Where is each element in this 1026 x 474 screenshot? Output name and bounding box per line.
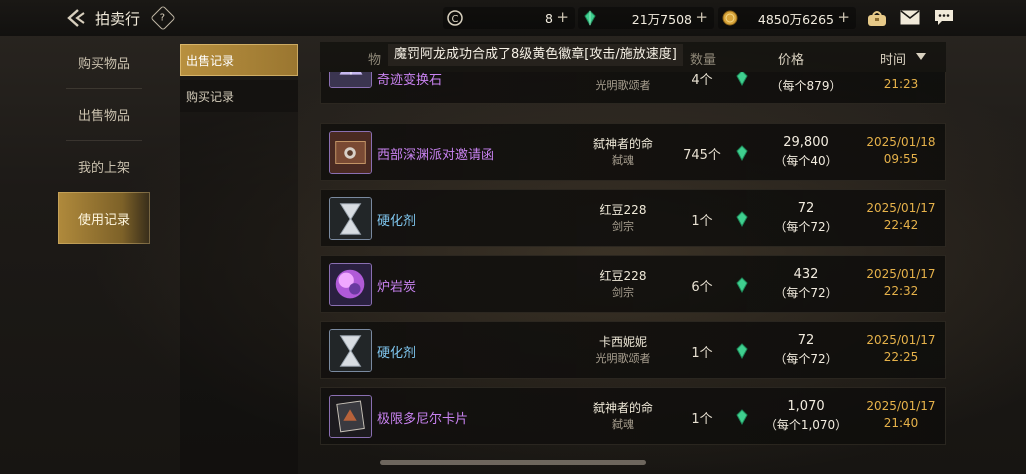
item-name: 奇迹变换石: [377, 73, 443, 88]
record-time: 09:55: [883, 152, 919, 166]
unit-price: （每个1,070）: [764, 418, 848, 432]
green-gem-icon: [735, 343, 749, 360]
item-name: 硬化剂: [377, 346, 417, 361]
record-time: 22:25: [883, 350, 919, 364]
add-currency-button[interactable]: +: [556, 8, 569, 26]
col-time-header[interactable]: 时间: [880, 49, 906, 68]
currency-value: 4850万6265: [757, 11, 834, 27]
total-price: 29,800: [783, 135, 829, 150]
record-date: 2025/01/17: [866, 267, 936, 281]
record-date: 2025/01/17: [866, 201, 936, 215]
seller-name: 红豆228: [599, 203, 647, 217]
orb-icon: [329, 263, 372, 306]
currency-value: 8: [545, 10, 553, 26]
system-notice: 魔罚阿龙成功合成了8级黄色徽章[攻击/施放速度]: [388, 44, 683, 66]
col-price-header: 价格: [778, 53, 805, 68]
add-currency-button[interactable]: +: [695, 8, 708, 26]
green-gem-icon: [735, 211, 749, 228]
bag-icon[interactable]: [866, 8, 888, 28]
currency-value: 21万7508: [631, 11, 692, 27]
record-time: 22:42: [883, 218, 919, 232]
records-list: 奇迹变换石 光明歌颂者 4个 （每个879） 21:23 西部深渊派对邀请函 弑…: [320, 72, 946, 446]
top-bar: 拍卖行 ? C 8 + 21万7508 + 4850万6265 +: [0, 0, 1026, 36]
seller-name: 卡西妮妮: [598, 335, 647, 349]
item-qty: 1个: [691, 346, 713, 361]
help-button[interactable]: ?: [150, 5, 176, 31]
record-time: 22:32: [883, 284, 919, 298]
tab-sell-records[interactable]: 出售记录: [180, 44, 298, 76]
item-name: 西部深渊派对邀请函: [377, 148, 495, 163]
hourglass-icon: [329, 329, 372, 372]
green-gem-icon: [735, 277, 749, 294]
table-row[interactable]: 炉岩炭 红豆228 剑宗 6个 432 （每个72） 2025/01/17 22…: [320, 255, 946, 313]
record-date: 2025/01/17: [866, 399, 936, 413]
tab-buy-records[interactable]: 购买记录: [180, 80, 298, 112]
item-name: 硬化剂: [377, 214, 417, 229]
item-qty: 1个: [691, 214, 713, 229]
unit-price: （每个40）: [774, 154, 838, 168]
nav-my-listings[interactable]: 我的上架: [58, 140, 150, 192]
col-item-header: 物: [368, 53, 382, 68]
record-time: 21:40: [883, 416, 919, 430]
table-row[interactable]: 西部深渊派对邀请函 弑神者的命 弑魂 745个 29,800 （每个40） 20…: [320, 123, 946, 181]
total-price: 1,070: [787, 399, 825, 414]
c-coin-icon: C: [447, 10, 463, 26]
seller-class: 剑宗: [612, 286, 634, 299]
seller-class: 弑魂: [612, 418, 634, 431]
seller-class: 弑魂: [612, 154, 634, 167]
green-gem-icon: [735, 145, 749, 162]
gold-coin-icon: [722, 10, 738, 26]
unit-price: （每个72）: [774, 286, 838, 300]
seller-class: 剑宗: [612, 220, 634, 233]
back-arrow-icon[interactable]: [64, 7, 88, 29]
seller-class: 光明歌颂者: [595, 352, 651, 365]
sort-down-icon[interactable]: [916, 53, 926, 60]
unit-price: （每个72）: [774, 352, 838, 366]
item-stone-icon: [329, 72, 372, 88]
seller-name: 红豆228: [599, 269, 647, 283]
item-qty: 745个: [683, 148, 721, 163]
nav-sell-items[interactable]: 出售物品: [58, 88, 150, 140]
col-qty-header: 数量: [690, 53, 717, 68]
record-time: 21:23: [883, 77, 919, 91]
total-price: 72: [797, 333, 815, 348]
record-date: 2025/01/18: [866, 135, 936, 149]
record-date: 2025/01/17: [866, 333, 936, 347]
nav-usage-records[interactable]: 使用记录: [58, 192, 150, 244]
scrollbar[interactable]: [380, 460, 646, 465]
hourglass-icon: [329, 197, 372, 240]
nav-buy-items[interactable]: 购买物品: [58, 36, 150, 88]
item-qty: 1个: [691, 412, 713, 427]
unit-price: （每个879）: [770, 79, 842, 93]
table-row[interactable]: 极限多尼尔卡片 弑神者的命 弑魂 1个 1,070 （每个1,070） 2025…: [320, 387, 946, 445]
total-price: 72: [797, 201, 815, 216]
seller-name: 弑神者的命: [592, 401, 653, 415]
question-icon: ?: [160, 12, 166, 24]
currency-c-coin: C 8 +: [443, 7, 575, 29]
currency-gold: 4850万6265 +: [718, 7, 856, 29]
card-icon: [329, 395, 372, 438]
svg-text:C: C: [452, 14, 459, 25]
green-gem-icon: [735, 72, 749, 87]
item-qty: 4个: [691, 73, 713, 88]
mail-icon[interactable]: [900, 10, 920, 25]
item-name: 极限多尼尔卡片: [377, 412, 469, 427]
green-gem-icon: [582, 10, 598, 27]
add-currency-button[interactable]: +: [837, 8, 850, 26]
invitation-letter-icon: [329, 131, 372, 174]
unit-price: （每个72）: [774, 220, 838, 234]
chat-icon[interactable]: [934, 9, 954, 26]
table-row[interactable]: 硬化剂 红豆228 剑宗 1个 72 （每个72） 2025/01/17 22:…: [320, 189, 946, 247]
item-name: 炉岩炭: [377, 280, 417, 295]
page-title: 拍卖行: [95, 10, 141, 28]
seller-name: 弑神者的命: [592, 137, 653, 151]
total-price: 432: [793, 267, 819, 282]
table-row[interactable]: 奇迹变换石 光明歌颂者 4个 （每个879） 21:23: [320, 72, 946, 104]
item-qty: 6个: [691, 280, 713, 295]
seller-class: 光明歌颂者: [595, 79, 651, 92]
currency-gem: 21万7508 +: [578, 7, 714, 29]
table-row[interactable]: 硬化剂 卡西妮妮 光明歌颂者 1个 72 （每个72） 2025/01/17 2…: [320, 321, 946, 379]
green-gem-icon: [735, 409, 749, 426]
